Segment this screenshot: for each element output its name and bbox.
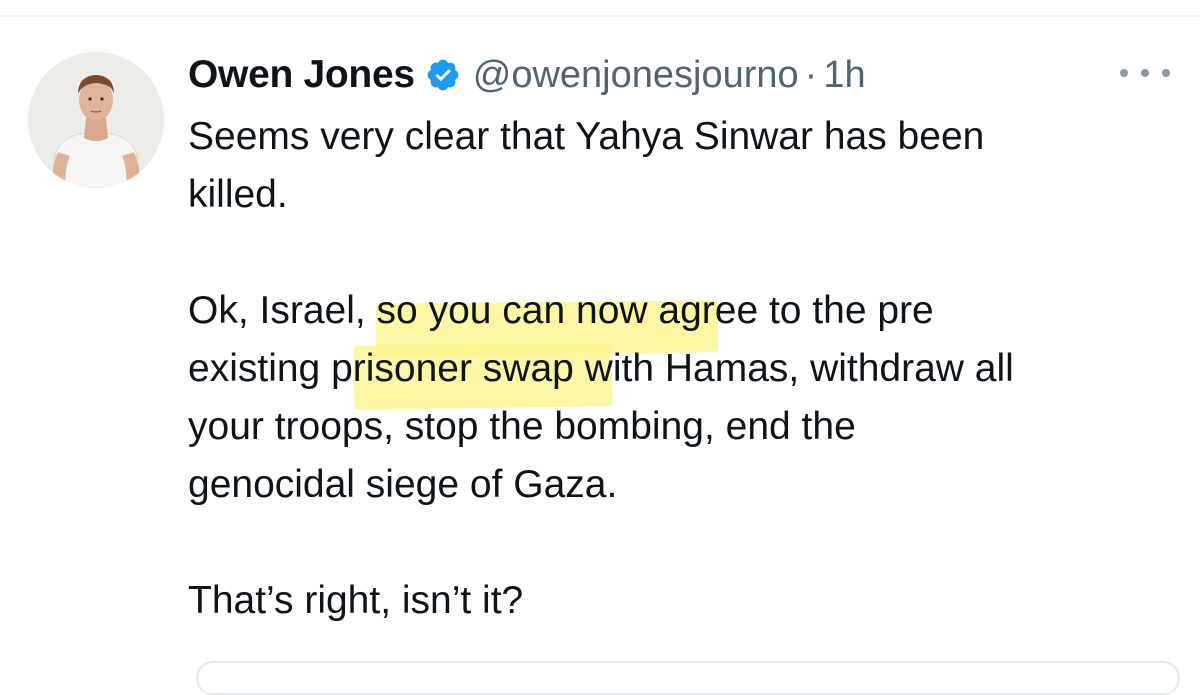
text-line: genocidal siege of Gaza.	[188, 463, 618, 506]
text-line: That’s right, isn’t it?	[188, 579, 524, 622]
text-line: killed.	[188, 173, 288, 216]
verified-badge-icon	[425, 57, 461, 93]
text-line: your troops, stop the bombing, end the	[188, 405, 856, 448]
display-name[interactable]: Owen Jones	[188, 53, 415, 97]
paragraph: Ok, Israel, so you can now agree to the …	[188, 282, 1178, 514]
text-line: Ok, Israel, so you can now agree to the …	[188, 289, 934, 332]
text-line: existing prisoner swap with Hamas, withd…	[188, 347, 1014, 390]
tweet-header: Owen Jones @owenjonesjourno · 1h	[188, 48, 866, 102]
tweet-text: Seems very clear that Yahya Sinwar has b…	[188, 108, 1178, 630]
avatar-photo	[28, 52, 164, 188]
text-line: Seems very clear that Yahya Sinwar has b…	[188, 115, 985, 158]
paragraph: Seems very clear that Yahya Sinwar has b…	[188, 108, 1178, 224]
timestamp[interactable]: 1h	[823, 54, 865, 97]
avatar[interactable]	[28, 52, 164, 188]
more-horizontal-icon[interactable]	[1120, 58, 1170, 88]
separator-dot: ·	[804, 53, 818, 96]
quoted-card-edge	[196, 661, 1180, 695]
paragraph: That’s right, isn’t it?	[188, 572, 1178, 630]
top-divider	[0, 15, 1200, 17]
user-handle[interactable]: @owenjonesjourno	[473, 54, 799, 97]
